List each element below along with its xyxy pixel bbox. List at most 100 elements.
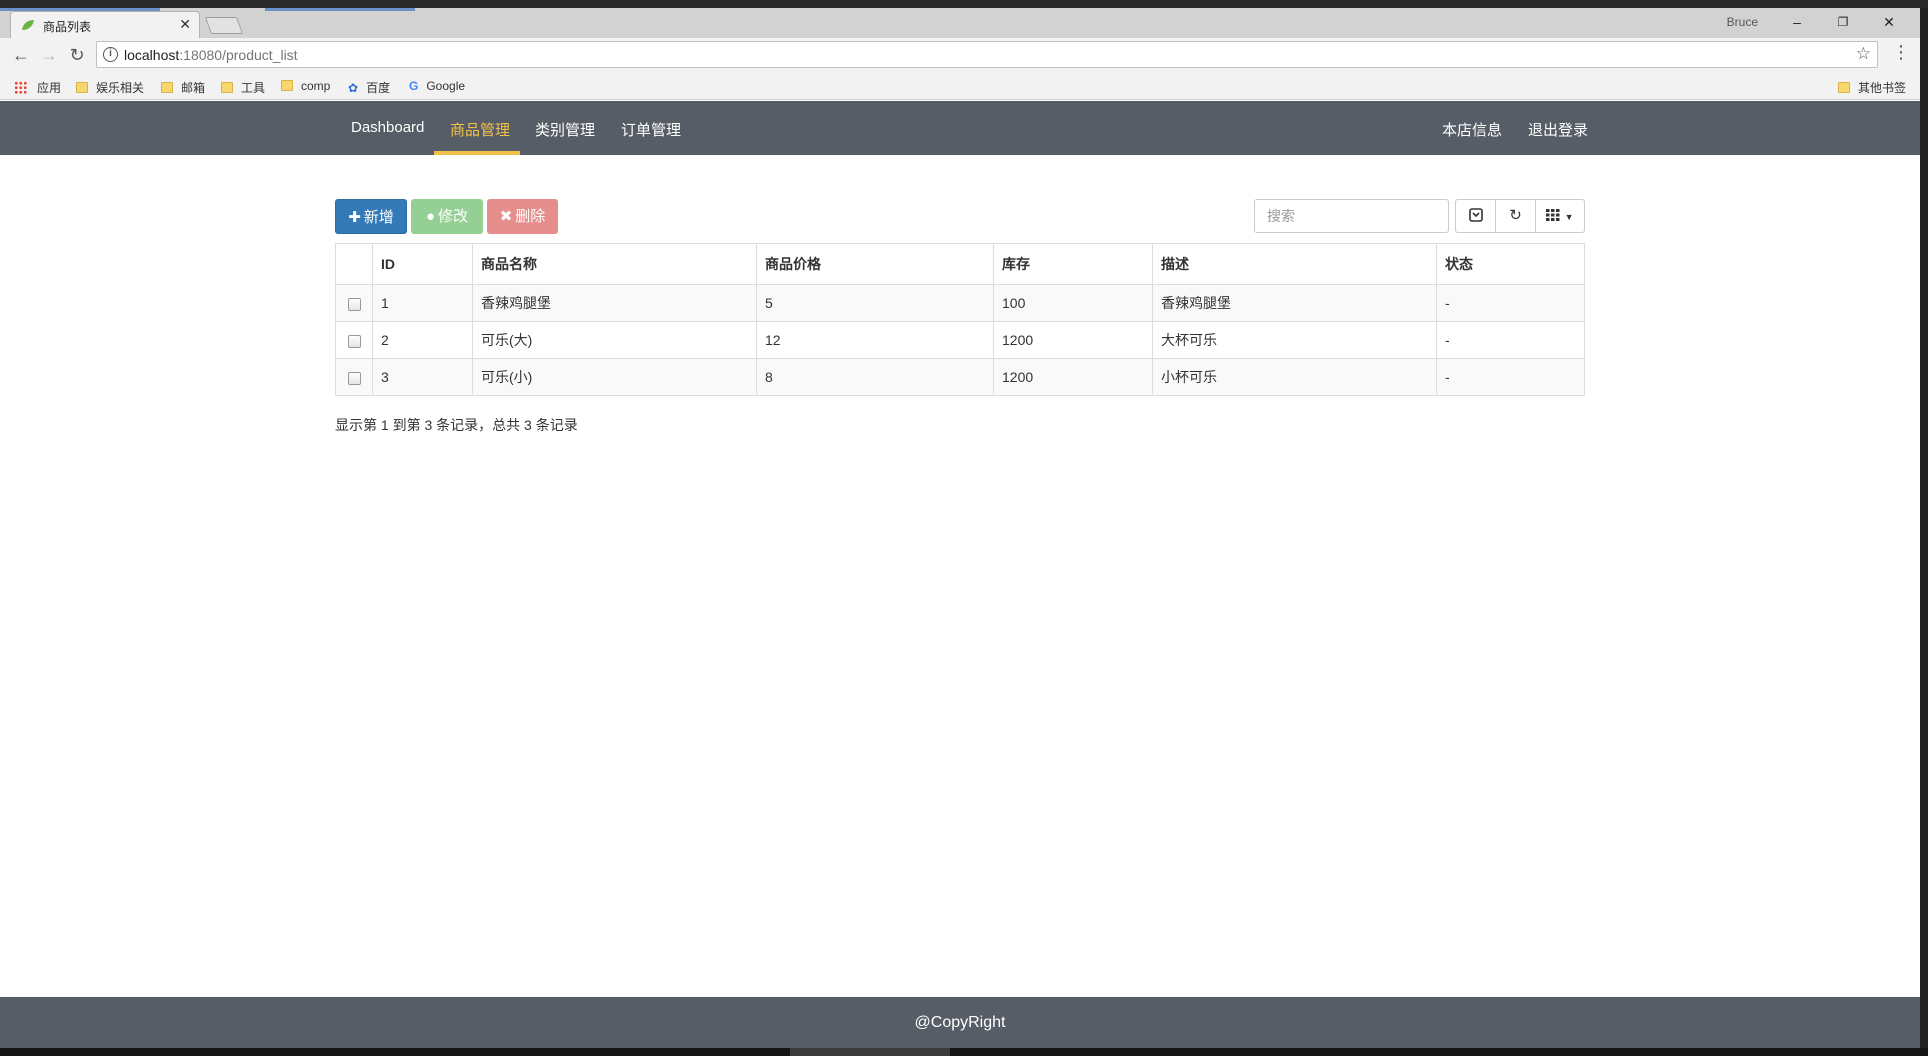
table-row[interactable]: 3 可乐(小) 8 1200 小杯可乐 - <box>335 358 1585 396</box>
cell-status: - <box>1436 358 1585 396</box>
column-header-status[interactable]: 状态 <box>1436 243 1585 285</box>
cell-description: 小杯可乐 <box>1152 358 1437 396</box>
cell-id: 2 <box>372 321 473 359</box>
table-row[interactable]: 1 香辣鸡腿堡 5 100 香辣鸡腿堡 - <box>335 284 1585 322</box>
cell-id: 1 <box>372 284 473 322</box>
delete-button[interactable]: ✖ 删除 <box>487 199 558 234</box>
bookmark-entertainment[interactable]: 娱乐相关 <box>76 79 144 96</box>
cell-description: 香辣鸡腿堡 <box>1152 284 1437 322</box>
add-button-label: 新增 <box>363 209 394 226</box>
tab-loading-indicator-2 <box>265 8 415 11</box>
nav-product-management[interactable]: 商品管理 <box>450 119 510 140</box>
bookmark-label: 其他书签 <box>1857 81 1906 95</box>
bookmark-tools[interactable]: 工具 <box>221 79 265 96</box>
column-header-stock[interactable]: 库存 <box>993 243 1153 285</box>
nav-store-info[interactable]: 本店信息 <box>1442 119 1502 140</box>
url-input[interactable]: i localhost:18080/product_list ☆ <box>96 41 1878 68</box>
bookmark-comp[interactable]: comp <box>281 79 330 93</box>
edit-button-label: 修改 <box>438 208 469 225</box>
plus-icon: ✚ <box>348 209 361 226</box>
google-icon: G <box>409 79 419 93</box>
bookmark-label: 邮箱 <box>181 81 206 95</box>
columns-button[interactable]: ▼ <box>1536 200 1584 232</box>
cell-stock: 100 <box>993 284 1153 322</box>
caret-down-icon: ▼ <box>1564 212 1574 222</box>
close-window-button[interactable]: ✕ <box>1866 10 1912 34</box>
footer: @CopyRight <box>0 997 1920 1048</box>
bookmark-label: comp <box>301 79 331 93</box>
bookmark-other[interactable]: 其他书签 <box>1837 79 1906 96</box>
table-row[interactable]: 2 可乐(大) 12 1200 大杯可乐 - <box>335 321 1585 359</box>
row-checkbox[interactable] <box>347 371 361 385</box>
url-host: localhost <box>124 47 180 63</box>
remove-x-icon: ✖ <box>499 208 513 225</box>
reload-icon[interactable]: ↻ <box>66 44 88 66</box>
url-path: :18080/product_list <box>179 47 298 63</box>
row-checkbox[interactable] <box>347 297 361 311</box>
columns-grid-icon <box>1546 209 1560 221</box>
column-header-price[interactable]: 商品价格 <box>756 243 994 285</box>
bookmark-label: 应用 <box>37 81 62 95</box>
taskbar-strip <box>0 1048 1928 1056</box>
cell-price: 8 <box>756 358 994 396</box>
nav-order-management[interactable]: 订单管理 <box>621 119 681 140</box>
row-checkbox-cell <box>335 358 373 396</box>
row-checkbox[interactable] <box>347 334 361 348</box>
tab-title: 商品列表 <box>43 20 92 34</box>
bookmark-label: 娱乐相关 <box>96 81 145 95</box>
page-content: Dashboard 商品管理 类别管理 订单管理 本店信息 退出登录 ✚ 新增 ●… <box>0 101 1920 1048</box>
taskbar-active-item[interactable] <box>790 1048 950 1056</box>
toggle-view-icon <box>1468 208 1483 222</box>
nav-dashboard[interactable]: Dashboard <box>351 119 424 136</box>
toggle-view-button[interactable] <box>1456 200 1496 232</box>
tab-product-list[interactable]: 商品列表 ✕ <box>10 11 200 38</box>
folder-icon <box>161 82 173 93</box>
folder-icon <box>281 80 293 91</box>
cell-price: 12 <box>756 321 994 359</box>
tab-strip: 商品列表 ✕ Bruce – ❐ ✕ <box>0 8 1920 38</box>
product-table: ID 商品名称 商品价格 库存 描述 状态 1 香辣鸡腿堡 5 100 香辣鸡腿… <box>335 243 1585 396</box>
restore-button[interactable]: ❐ <box>1820 10 1866 34</box>
cell-status: - <box>1436 284 1585 322</box>
active-nav-underline <box>434 151 520 155</box>
desktop-top-strip <box>0 0 1928 8</box>
bookmark-google[interactable]: G Google <box>409 79 465 93</box>
cell-stock: 1200 <box>993 321 1153 359</box>
back-icon[interactable]: ← <box>10 44 32 66</box>
bookmark-mail[interactable]: 邮箱 <box>161 79 205 96</box>
site-info-icon[interactable]: i <box>103 47 118 62</box>
pagination-info: 显示第 1 到第 3 条记录，总共 3 条记录 <box>335 417 578 433</box>
tab-close-icon[interactable]: ✕ <box>179 16 191 33</box>
url-text: localhost:18080/product_list <box>124 47 298 63</box>
folder-icon <box>76 82 88 93</box>
bookmark-baidu[interactable]: ✿ 百度 <box>348 79 390 96</box>
add-button[interactable]: ✚ 新增 <box>335 199 407 234</box>
profile-name[interactable]: Bruce <box>1727 15 1758 29</box>
search-input[interactable] <box>1254 199 1449 233</box>
minimize-button[interactable]: – <box>1774 10 1820 34</box>
row-checkbox-cell <box>335 321 373 359</box>
column-header-description[interactable]: 描述 <box>1152 243 1437 285</box>
bookmark-label: 工具 <box>241 81 266 95</box>
column-header-id[interactable]: ID <box>372 243 473 285</box>
folder-icon <box>221 82 233 93</box>
bookmark-star-icon[interactable]: ☆ <box>1856 44 1871 64</box>
browser-menu-icon[interactable]: ⋮ <box>1892 42 1910 63</box>
cell-id: 3 <box>372 358 473 396</box>
table-header-row: ID 商品名称 商品价格 库存 描述 状态 <box>335 243 1585 285</box>
refresh-button[interactable]: ↻ <box>1496 200 1536 232</box>
new-tab-button[interactable] <box>204 17 244 34</box>
nav-logout[interactable]: 退出登录 <box>1528 119 1588 140</box>
bookmark-label: 百度 <box>366 81 391 95</box>
row-checkbox-cell <box>335 284 373 322</box>
bookmark-apps[interactable]: 应用 <box>14 79 61 96</box>
forward-icon[interactable]: → <box>38 44 60 66</box>
column-header-name[interactable]: 商品名称 <box>472 243 757 285</box>
edit-button[interactable]: ● 修改 <box>411 199 483 234</box>
cell-price: 5 <box>756 284 994 322</box>
delete-button-label: 删除 <box>515 208 546 225</box>
nav-category-management[interactable]: 类别管理 <box>535 119 595 140</box>
table-tools-group: ↻ ▼ <box>1455 199 1585 233</box>
cell-name: 可乐(大) <box>472 321 757 359</box>
baidu-paw-icon: ✿ <box>348 81 359 95</box>
